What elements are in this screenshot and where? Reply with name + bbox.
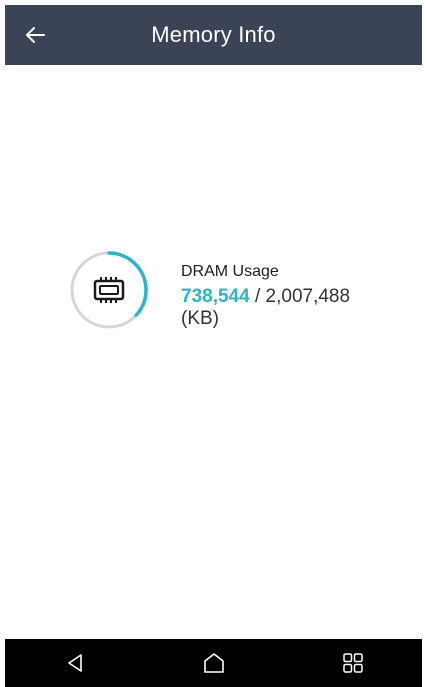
nav-back-icon bbox=[67, 654, 82, 672]
dram-total-value: 2,007,488 bbox=[265, 286, 351, 307]
nav-home-icon bbox=[203, 653, 224, 673]
memory-chip-icon bbox=[89, 270, 129, 310]
app-bar: Memory Info bbox=[5, 5, 422, 65]
dram-usage-card: DRAM Usage 738,544 / 2,007,488 (KB) bbox=[69, 250, 389, 335]
dram-unit: (KB) bbox=[181, 308, 219, 329]
arrow-left-icon bbox=[26, 27, 45, 43]
dram-usage-label: DRAM Usage bbox=[181, 263, 279, 280]
dram-usage-values: 738,544 / 2,007,488 bbox=[181, 286, 391, 308]
nav-back-button[interactable] bbox=[45, 639, 105, 687]
nav-recents-icon bbox=[342, 653, 363, 673]
dram-info: DRAM Usage 738,544 / 2,007,488 (KB) bbox=[181, 262, 391, 330]
nav-home-button[interactable] bbox=[184, 639, 244, 687]
back-button[interactable] bbox=[15, 5, 55, 65]
system-nav-bar bbox=[5, 639, 422, 687]
screen-frame-right bbox=[422, 0, 427, 687]
nav-recents-button[interactable] bbox=[323, 639, 383, 687]
screen-frame-left bbox=[0, 0, 5, 687]
main-content: DRAM Usage 738,544 / 2,007,488 (KB) bbox=[5, 65, 422, 639]
page-title: Memory Info bbox=[151, 22, 276, 47]
dram-used-value: 738,544 bbox=[181, 286, 250, 307]
dram-value-separator: / bbox=[249, 286, 266, 307]
